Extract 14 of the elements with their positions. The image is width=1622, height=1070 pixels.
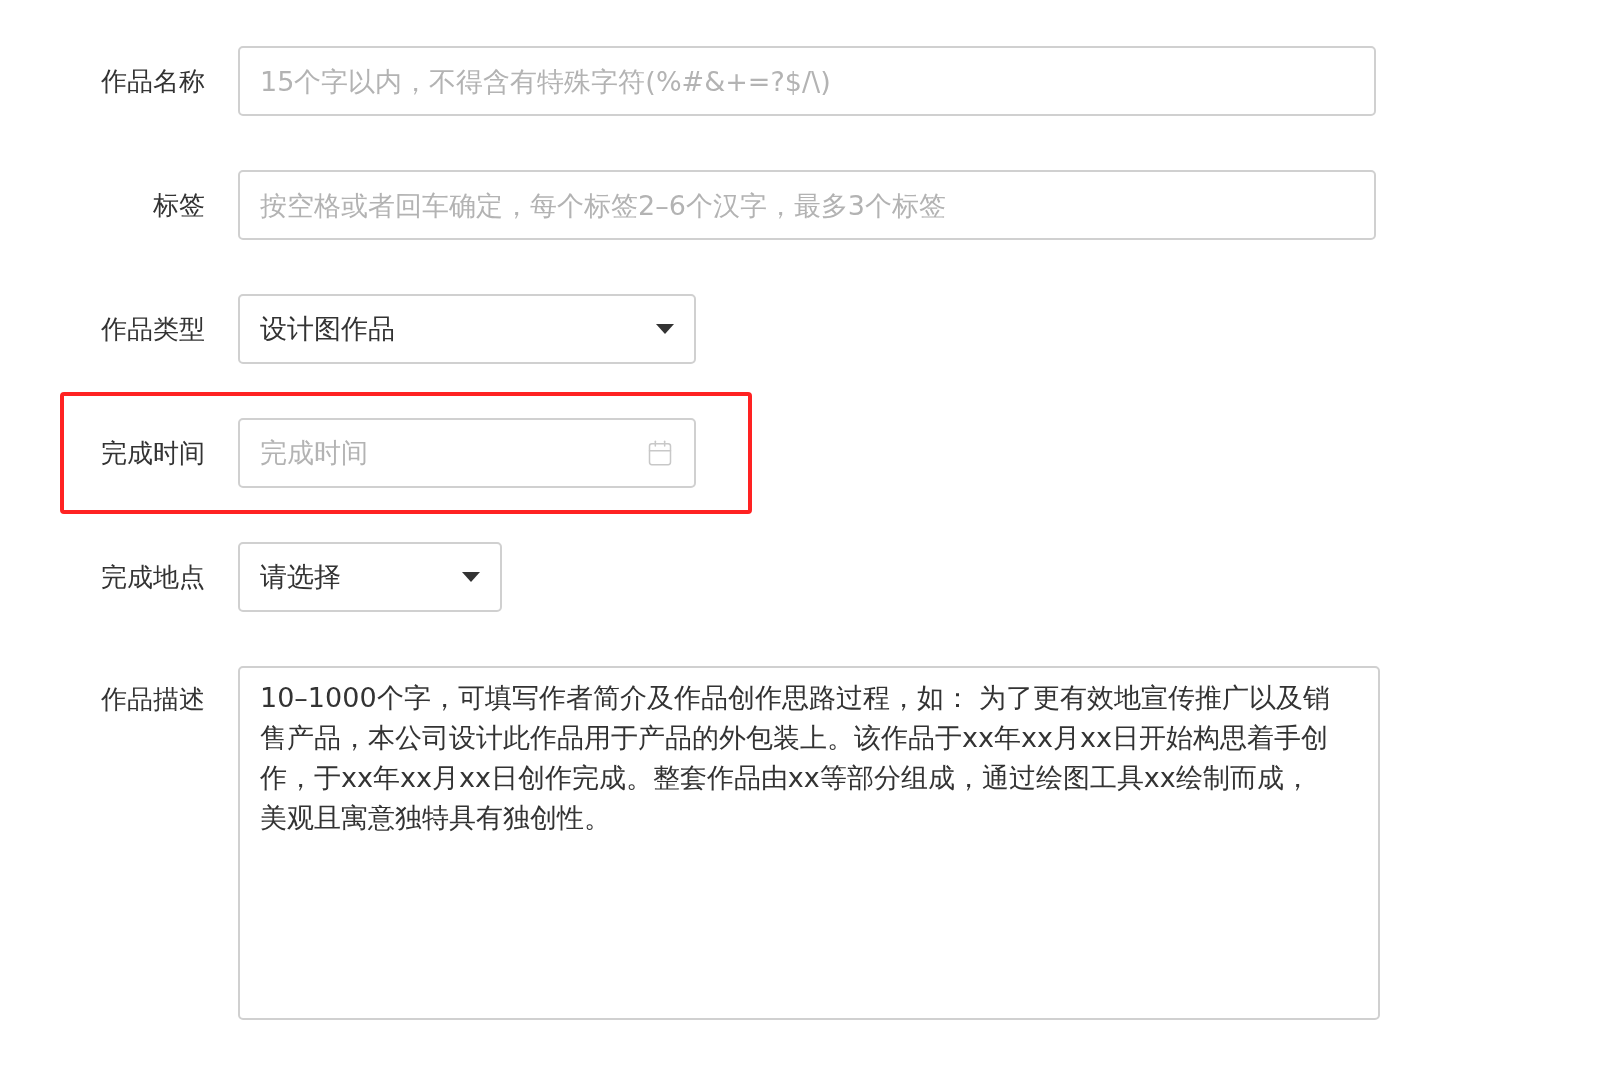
dropdown-select[interactable]: 设计图作品 bbox=[238, 294, 696, 364]
description-textarea[interactable]: 10–1000个字，可填写作者简介及作品创作思路过程，如： 为了更有效地宣传推广以及销售产品，本公司设计此作品用于产品的外包装上。该作品于xx年xx月xx日开始构思着手创作，于xx年xx月xx日创作完成。整套作品由xx等部分组成，通过绘图工具xx绘制而成，美观且寓意独特具有独创性。 bbox=[238, 666, 1380, 1020]
caret-icon bbox=[462, 572, 480, 582]
field-label: 完成时间 bbox=[100, 436, 205, 470]
text-field[interactable]: 15个字以内，不得含有特殊字符(%#&+=?$/\) bbox=[238, 46, 1376, 116]
field-label: 作品类型 bbox=[100, 312, 205, 346]
text-field[interactable]: 按空格或者回车确定，每个标签2–6个汉字，最多3个标签 bbox=[238, 170, 1376, 240]
field-label: 作品名称 bbox=[100, 64, 205, 98]
calendar-icon bbox=[646, 439, 674, 467]
dropdown-select[interactable]: 请选择 bbox=[238, 542, 502, 612]
field-label: 完成地点 bbox=[100, 560, 205, 594]
field-label: 标签 bbox=[152, 188, 205, 222]
field-label: 作品描述 bbox=[100, 683, 205, 716]
caret-icon bbox=[656, 324, 674, 334]
